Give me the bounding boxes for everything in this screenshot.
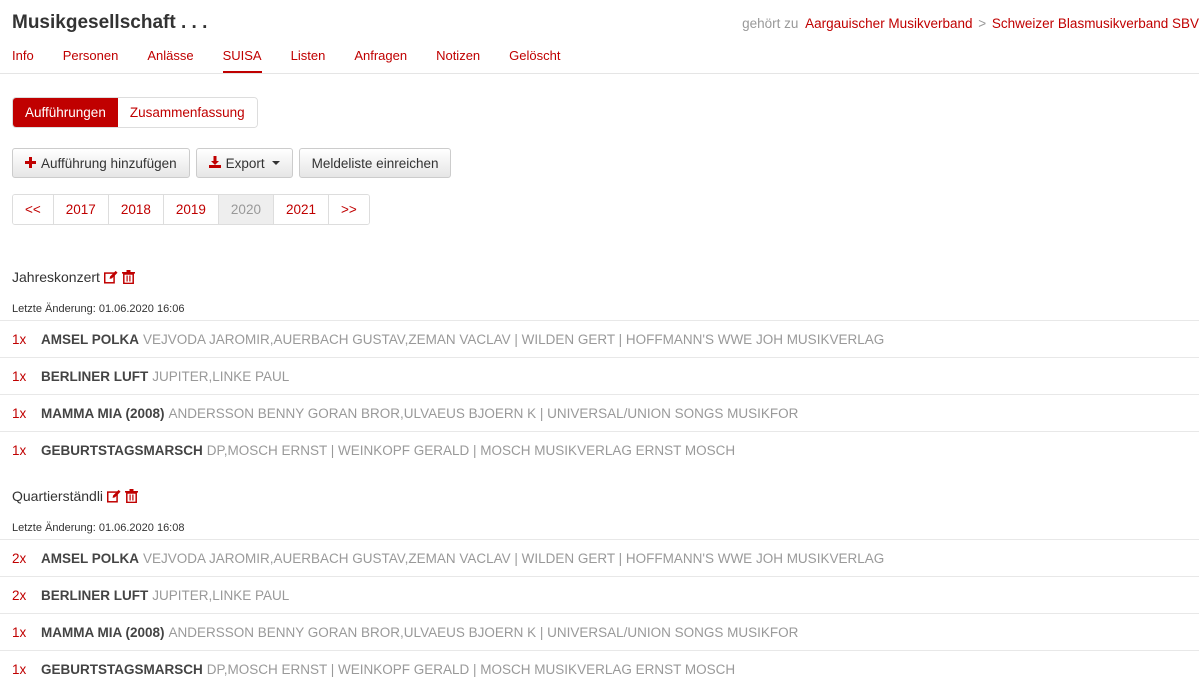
pager-year-2019[interactable]: 2019	[163, 195, 219, 224]
last-changed: Letzte Änderung: 01.06.2020 16:08	[12, 522, 185, 534]
play-count: 2x	[12, 587, 27, 603]
work-details: DP,MOSCH ERNST | WEINKOPF GERALD | MOSCH…	[206, 661, 736, 677]
add-performance-button[interactable]: Aufführung hinzufügen	[12, 148, 190, 178]
work-details: ANDERSSON BENNY GORAN BROR,ULVAEUS BJOER…	[168, 405, 799, 421]
work-title: AMSEL POLKA	[41, 331, 140, 347]
submit-report-button[interactable]: Meldeliste einreichen	[298, 148, 452, 178]
work-title: MAMMA MIA (2008)	[41, 624, 165, 640]
parent-link-regional[interactable]: Aargauischer Musikverband	[805, 16, 972, 31]
performances-toggle-button[interactable]: Aufführungen	[13, 98, 118, 127]
work-details: JUPITER,LINKE PAUL	[152, 587, 290, 603]
play-count: 1x	[12, 331, 27, 347]
pager-prev[interactable]: <<	[13, 195, 54, 224]
work-title: MAMMA MIA (2008)	[41, 405, 165, 421]
performance-list: 2x AMSEL POLKA VEJVODA JAROMIR,AUERBACH …	[0, 539, 1199, 687]
work-title: GEBURTSTAGSMARSCH	[41, 442, 203, 458]
table-row[interactable]: 1x MAMMA MIA (2008) ANDERSSON BENNY GORA…	[0, 613, 1199, 650]
tab-anfragen[interactable]: Anfragen	[354, 48, 407, 73]
event-heading: Jahreskonzert	[12, 269, 136, 285]
work-details: VEJVODA JAROMIR,AUERBACH GUSTAV,ZEMAN VA…	[143, 331, 885, 347]
page-header: Musikgesellschaft . . . gehört zu Aargau…	[12, 10, 1199, 40]
tab-suisa[interactable]: SUISA	[222, 48, 262, 73]
year-pager: << 2017 2018 2019 2020 2021 >>	[12, 194, 370, 225]
work-details: DP,MOSCH ERNST | WEINKOPF GERALD | MOSCH…	[206, 442, 736, 458]
summary-toggle-button[interactable]: Zusammenfassung	[117, 98, 257, 127]
play-count: 1x	[12, 442, 27, 458]
tab-listen[interactable]: Listen	[291, 48, 326, 73]
table-row[interactable]: 2x BERLINER LUFT JUPITER,LINKE PAUL	[0, 576, 1199, 613]
breadcrumb-separator: >	[978, 16, 987, 31]
table-row[interactable]: 2x AMSEL POLKA VEJVODA JAROMIR,AUERBACH …	[0, 539, 1199, 576]
tab-personen[interactable]: Personen	[63, 48, 119, 73]
main-nav-tabs: Info Personen Anlässe SUISA Listen Anfra…	[12, 48, 589, 73]
nav-divider	[0, 73, 1199, 74]
edit-icon[interactable]	[107, 489, 121, 503]
table-row[interactable]: 1x AMSEL POLKA VEJVODA JAROMIR,AUERBACH …	[0, 320, 1199, 357]
table-row[interactable]: 1x GEBURTSTAGSMARSCH DP,MOSCH ERNST | WE…	[0, 650, 1199, 687]
last-changed: Letzte Änderung: 01.06.2020 16:06	[12, 303, 185, 315]
play-count: 1x	[12, 368, 27, 384]
work-title: AMSEL POLKA	[41, 550, 140, 566]
add-performance-label: Aufführung hinzufügen	[41, 155, 177, 171]
view-toggle: Aufführungen Zusammenfassung	[12, 97, 258, 128]
work-details: JUPITER,LINKE PAUL	[152, 368, 290, 384]
hierarchy-breadcrumb: gehört zu Aargauischer Musikverband > Sc…	[742, 16, 1199, 31]
pager-next[interactable]: >>	[329, 195, 369, 224]
table-row[interactable]: 1x MAMMA MIA (2008) ANDERSSON BENNY GORA…	[0, 394, 1199, 431]
event-name: Quartierständli	[12, 488, 104, 504]
play-count: 1x	[12, 624, 27, 640]
play-count: 1x	[12, 661, 27, 677]
work-details: ANDERSSON BENNY GORAN BROR,ULVAEUS BJOER…	[168, 624, 799, 640]
work-title: BERLINER LUFT	[41, 587, 149, 603]
pager-year-2017[interactable]: 2017	[53, 195, 109, 224]
work-title: BERLINER LUFT	[41, 368, 149, 384]
tab-anlaesse[interactable]: Anlässe	[147, 48, 193, 73]
edit-icon[interactable]	[103, 270, 118, 284]
performance-list: 1x AMSEL POLKA VEJVODA JAROMIR,AUERBACH …	[0, 320, 1199, 468]
table-row[interactable]: 1x BERLINER LUFT JUPITER,LINKE PAUL	[0, 357, 1199, 394]
event-name: Jahreskonzert	[12, 269, 100, 285]
export-dropdown-button[interactable]: Export	[195, 148, 293, 178]
tab-info[interactable]: Info	[12, 48, 34, 73]
action-toolbar: Aufführung hinzufügen Export Meldeliste …	[12, 148, 452, 178]
pager-year-2018[interactable]: 2018	[108, 195, 164, 224]
belongs-to-label: gehört zu	[742, 16, 799, 31]
pager-year-2021[interactable]: 2021	[273, 195, 330, 224]
pager-year-2020: 2020	[218, 195, 274, 224]
download-icon	[208, 155, 221, 171]
parent-link-national[interactable]: Schweizer Blasmusikverband SBV	[992, 16, 1199, 31]
event-heading: Quartierständli	[12, 488, 139, 504]
trash-icon[interactable]	[121, 270, 136, 284]
table-row[interactable]: 1x GEBURTSTAGSMARSCH DP,MOSCH ERNST | WE…	[0, 431, 1199, 468]
work-details: VEJVODA JAROMIR,AUERBACH GUSTAV,ZEMAN VA…	[143, 550, 885, 566]
play-count: 1x	[12, 405, 27, 421]
page-title: Musikgesellschaft . . .	[12, 12, 208, 33]
trash-icon[interactable]	[125, 489, 139, 503]
play-count: 2x	[12, 550, 27, 566]
export-label: Export	[225, 155, 265, 171]
caret-down-icon	[271, 161, 280, 165]
plus-icon	[25, 155, 36, 171]
tab-geloescht[interactable]: Gelöscht	[509, 48, 560, 73]
tab-notizen[interactable]: Notizen	[436, 48, 480, 73]
work-title: GEBURTSTAGSMARSCH	[41, 661, 203, 677]
